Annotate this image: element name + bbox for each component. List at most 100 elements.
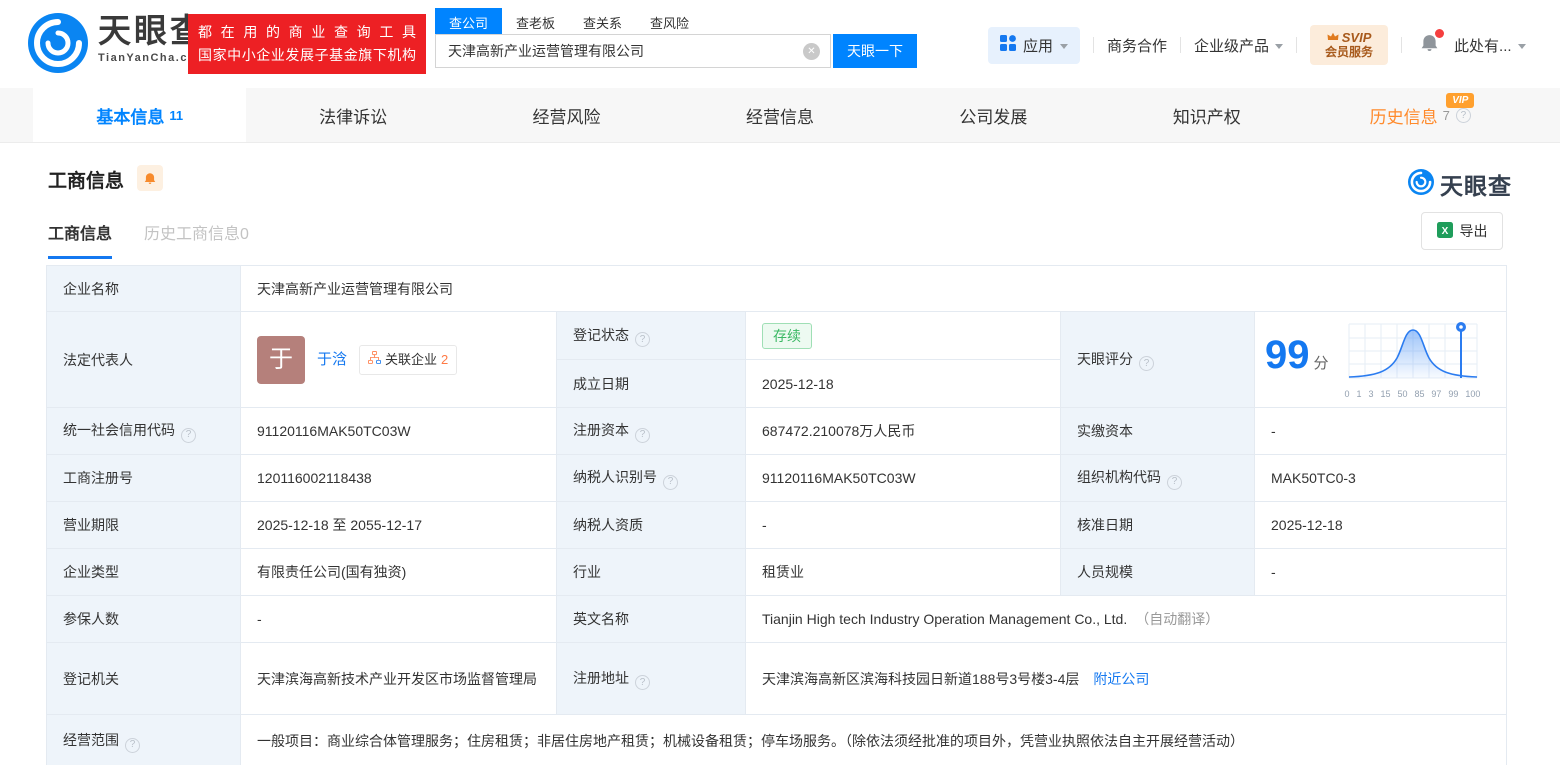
- insured-num-value: -: [240, 595, 557, 643]
- tab-company-development[interactable]: 公司发展: [887, 88, 1100, 142]
- divider: [1093, 37, 1095, 53]
- related-companies-badge[interactable]: 关联企业 2: [359, 344, 458, 375]
- svip-title: SVIP: [1341, 29, 1372, 45]
- company-name-label: 企业名称: [46, 265, 241, 312]
- table-row: 企业类型 有限责任公司(国有独资) 行业 租赁业 人员规模 -: [46, 548, 1508, 596]
- vip-badge: VIP: [1446, 93, 1475, 108]
- table-row: 经营范围 一般项目：商业综合体管理服务；住房租赁；非居住房地产租赁；机械设备租赁…: [46, 714, 1508, 765]
- search-input[interactable]: [436, 43, 788, 59]
- business-scope-label-cell: 经营范围: [46, 714, 241, 765]
- industry-label: 行业: [556, 548, 746, 596]
- tab-history-info[interactable]: 历史信息 7 VIP: [1314, 88, 1527, 142]
- slogan-line1: 都在用的商业查询工具: [198, 24, 416, 40]
- export-button[interactable]: X 导出: [1421, 212, 1503, 250]
- org-chart-icon: [368, 349, 382, 371]
- user-menu[interactable]: 此处有...: [1454, 35, 1526, 56]
- legal-rep-name-link[interactable]: 于浛: [317, 349, 347, 371]
- auto-translate-note: （自动翻译）: [1135, 611, 1220, 627]
- clear-search-icon[interactable]: [803, 42, 820, 60]
- help-icon[interactable]: [181, 427, 196, 443]
- help-icon[interactable]: [1139, 356, 1154, 372]
- approve-date-value: 2025-12-18: [1253, 501, 1508, 549]
- insured-num-label: 参保人数: [46, 595, 241, 643]
- score-chart-ticks: 0 1 3 15 50 85 97 99 100: [1344, 389, 1481, 399]
- search-tab-boss[interactable]: 查老板: [502, 8, 569, 34]
- taxpayer-quality-value: -: [745, 501, 1061, 549]
- tab-label: 历史信息: [1369, 107, 1438, 127]
- enterprise-label: 企业级产品: [1194, 37, 1270, 55]
- reg-authority-value: 天津滨海高新技术产业开发区市场监督管理局: [240, 642, 557, 715]
- tab-count: 7: [1442, 107, 1450, 123]
- search-tab-company[interactable]: 查公司: [435, 8, 503, 34]
- watermark-brand-name: 天眼查: [1440, 173, 1512, 199]
- nearby-companies-link[interactable]: 附近公司: [1093, 671, 1149, 687]
- subtab-history-registration[interactable]: 历史工商信息0: [144, 220, 249, 259]
- establish-date-value: 2025-12-18: [745, 359, 1061, 408]
- help-icon[interactable]: [635, 675, 650, 691]
- svip-membership-button[interactable]: SVIP 会员服务: [1310, 25, 1389, 65]
- tab-legal-proceedings[interactable]: 法律诉讼: [246, 88, 459, 142]
- divider: [1180, 37, 1182, 53]
- chevron-down-icon: [1060, 43, 1069, 49]
- score-distribution-chart: 0 1 3 15 50 85 97 99 100: [1345, 320, 1481, 399]
- search-row: 天眼一下: [435, 34, 917, 68]
- legal-rep-avatar[interactable]: 于: [257, 335, 305, 384]
- search-button[interactable]: 天眼一下: [833, 34, 917, 68]
- search-tab-risk[interactable]: 查风险: [636, 8, 703, 34]
- help-icon[interactable]: [125, 737, 140, 753]
- help-icon[interactable]: [635, 427, 650, 443]
- credit-code-label-cell: 统一社会信用代码: [46, 407, 241, 455]
- top-header: 天眼查 TianYanCha.com 都在用的商业查询工具 国家中小企业发展子基…: [0, 0, 1560, 88]
- search-module: 查公司 查老板 查关系 查风险 天眼一下: [435, 8, 917, 68]
- org-code-value: MAK50TC0-3: [1253, 454, 1508, 502]
- tianyancha-logo[interactable]: 天眼查 TianYanCha.com: [28, 13, 207, 78]
- related-companies-count: 2: [441, 351, 449, 367]
- credit-code-value: 91120116MAK50TC03W: [240, 407, 557, 455]
- tab-basic-info[interactable]: 基本信息 11: [33, 88, 247, 142]
- reg-status-value-cell: 存续: [745, 311, 1061, 360]
- brand-slogan-banner: 都在用的商业查询工具 国家中小企业发展子基金旗下机构: [188, 14, 426, 74]
- tab-operational-risk[interactable]: 经营风险: [460, 88, 673, 142]
- user-label: 此处有...: [1454, 37, 1512, 55]
- tab-count: 11: [169, 107, 184, 123]
- score-label-cell: 天眼评分: [1060, 311, 1255, 408]
- org-code-label-cell: 组织机构代码: [1060, 454, 1255, 502]
- slogan-line2: 国家中小企业发展子基金旗下机构: [198, 47, 416, 63]
- taxpayer-quality-label: 纳税人资质: [556, 501, 746, 549]
- apps-menu[interactable]: 应用: [988, 26, 1081, 64]
- search-tabs: 查公司 查老板 查关系 查风险: [435, 8, 917, 34]
- bell-icon: [144, 172, 156, 184]
- tab-label: 知识产权: [1172, 107, 1241, 127]
- reg-address-value: 天津滨海高新区滨海科技园日新道188号3号楼3-4层: [762, 670, 1080, 687]
- svg-text:X: X: [1441, 226, 1448, 237]
- help-icon[interactable]: [635, 332, 650, 348]
- divider: [1401, 37, 1403, 53]
- tab-intellectual-property[interactable]: 知识产权: [1100, 88, 1313, 142]
- help-icon[interactable]: [1167, 474, 1182, 490]
- english-name-value-cell: Tianjin High tech Industry Operation Man…: [744, 595, 1508, 643]
- subtab-business-registration[interactable]: 工商信息: [48, 220, 113, 259]
- search-tab-relation[interactable]: 查关系: [569, 8, 636, 34]
- company-section-tabs: 基本信息 11 法律诉讼 经营风险 经营信息 公司发展 知识产权 历史信息 7 …: [0, 88, 1560, 143]
- export-label: 导出: [1459, 223, 1488, 239]
- subtabs: 工商信息 历史工商信息0: [48, 220, 249, 259]
- reg-number-value: 120116002118438: [240, 454, 557, 502]
- legal-rep-label: 法定代表人: [46, 311, 241, 408]
- nav-enterprise-products[interactable]: 企业级产品: [1194, 35, 1284, 56]
- reg-capital-label-cell: 注册资本: [556, 407, 746, 455]
- tab-label: 公司发展: [959, 107, 1028, 127]
- help-icon[interactable]: [1455, 107, 1471, 123]
- table-row: 法定代表人 于 于浛 关联企业 2 登记状态? 存续 天眼评分? 99 分 0 …: [46, 311, 1508, 408]
- business-scope-value: 一般项目：商业综合体管理服务；住房租赁；非居住房地产租赁；机械设备租赁；停车场服…: [239, 714, 1508, 765]
- reg-authority-label: 登记机关: [46, 642, 241, 715]
- legal-rep-cell: 于 于浛 关联企业 2: [240, 311, 557, 408]
- notification-red-dot: [1435, 28, 1445, 38]
- nav-business-cooperation[interactable]: 商务合作: [1107, 35, 1167, 56]
- table-row: 登记机关 天津滨海高新技术产业开发区市场监督管理局 注册地址 天津滨海高新区滨海…: [46, 642, 1508, 715]
- tianyancha-watermark: 天眼查: [1408, 167, 1512, 201]
- monitor-bell-button[interactable]: [137, 165, 163, 191]
- tab-business-info[interactable]: 经营信息: [673, 88, 886, 142]
- divider: [1296, 37, 1298, 53]
- help-icon[interactable]: [663, 474, 678, 490]
- notifications-bell[interactable]: [1419, 28, 1445, 59]
